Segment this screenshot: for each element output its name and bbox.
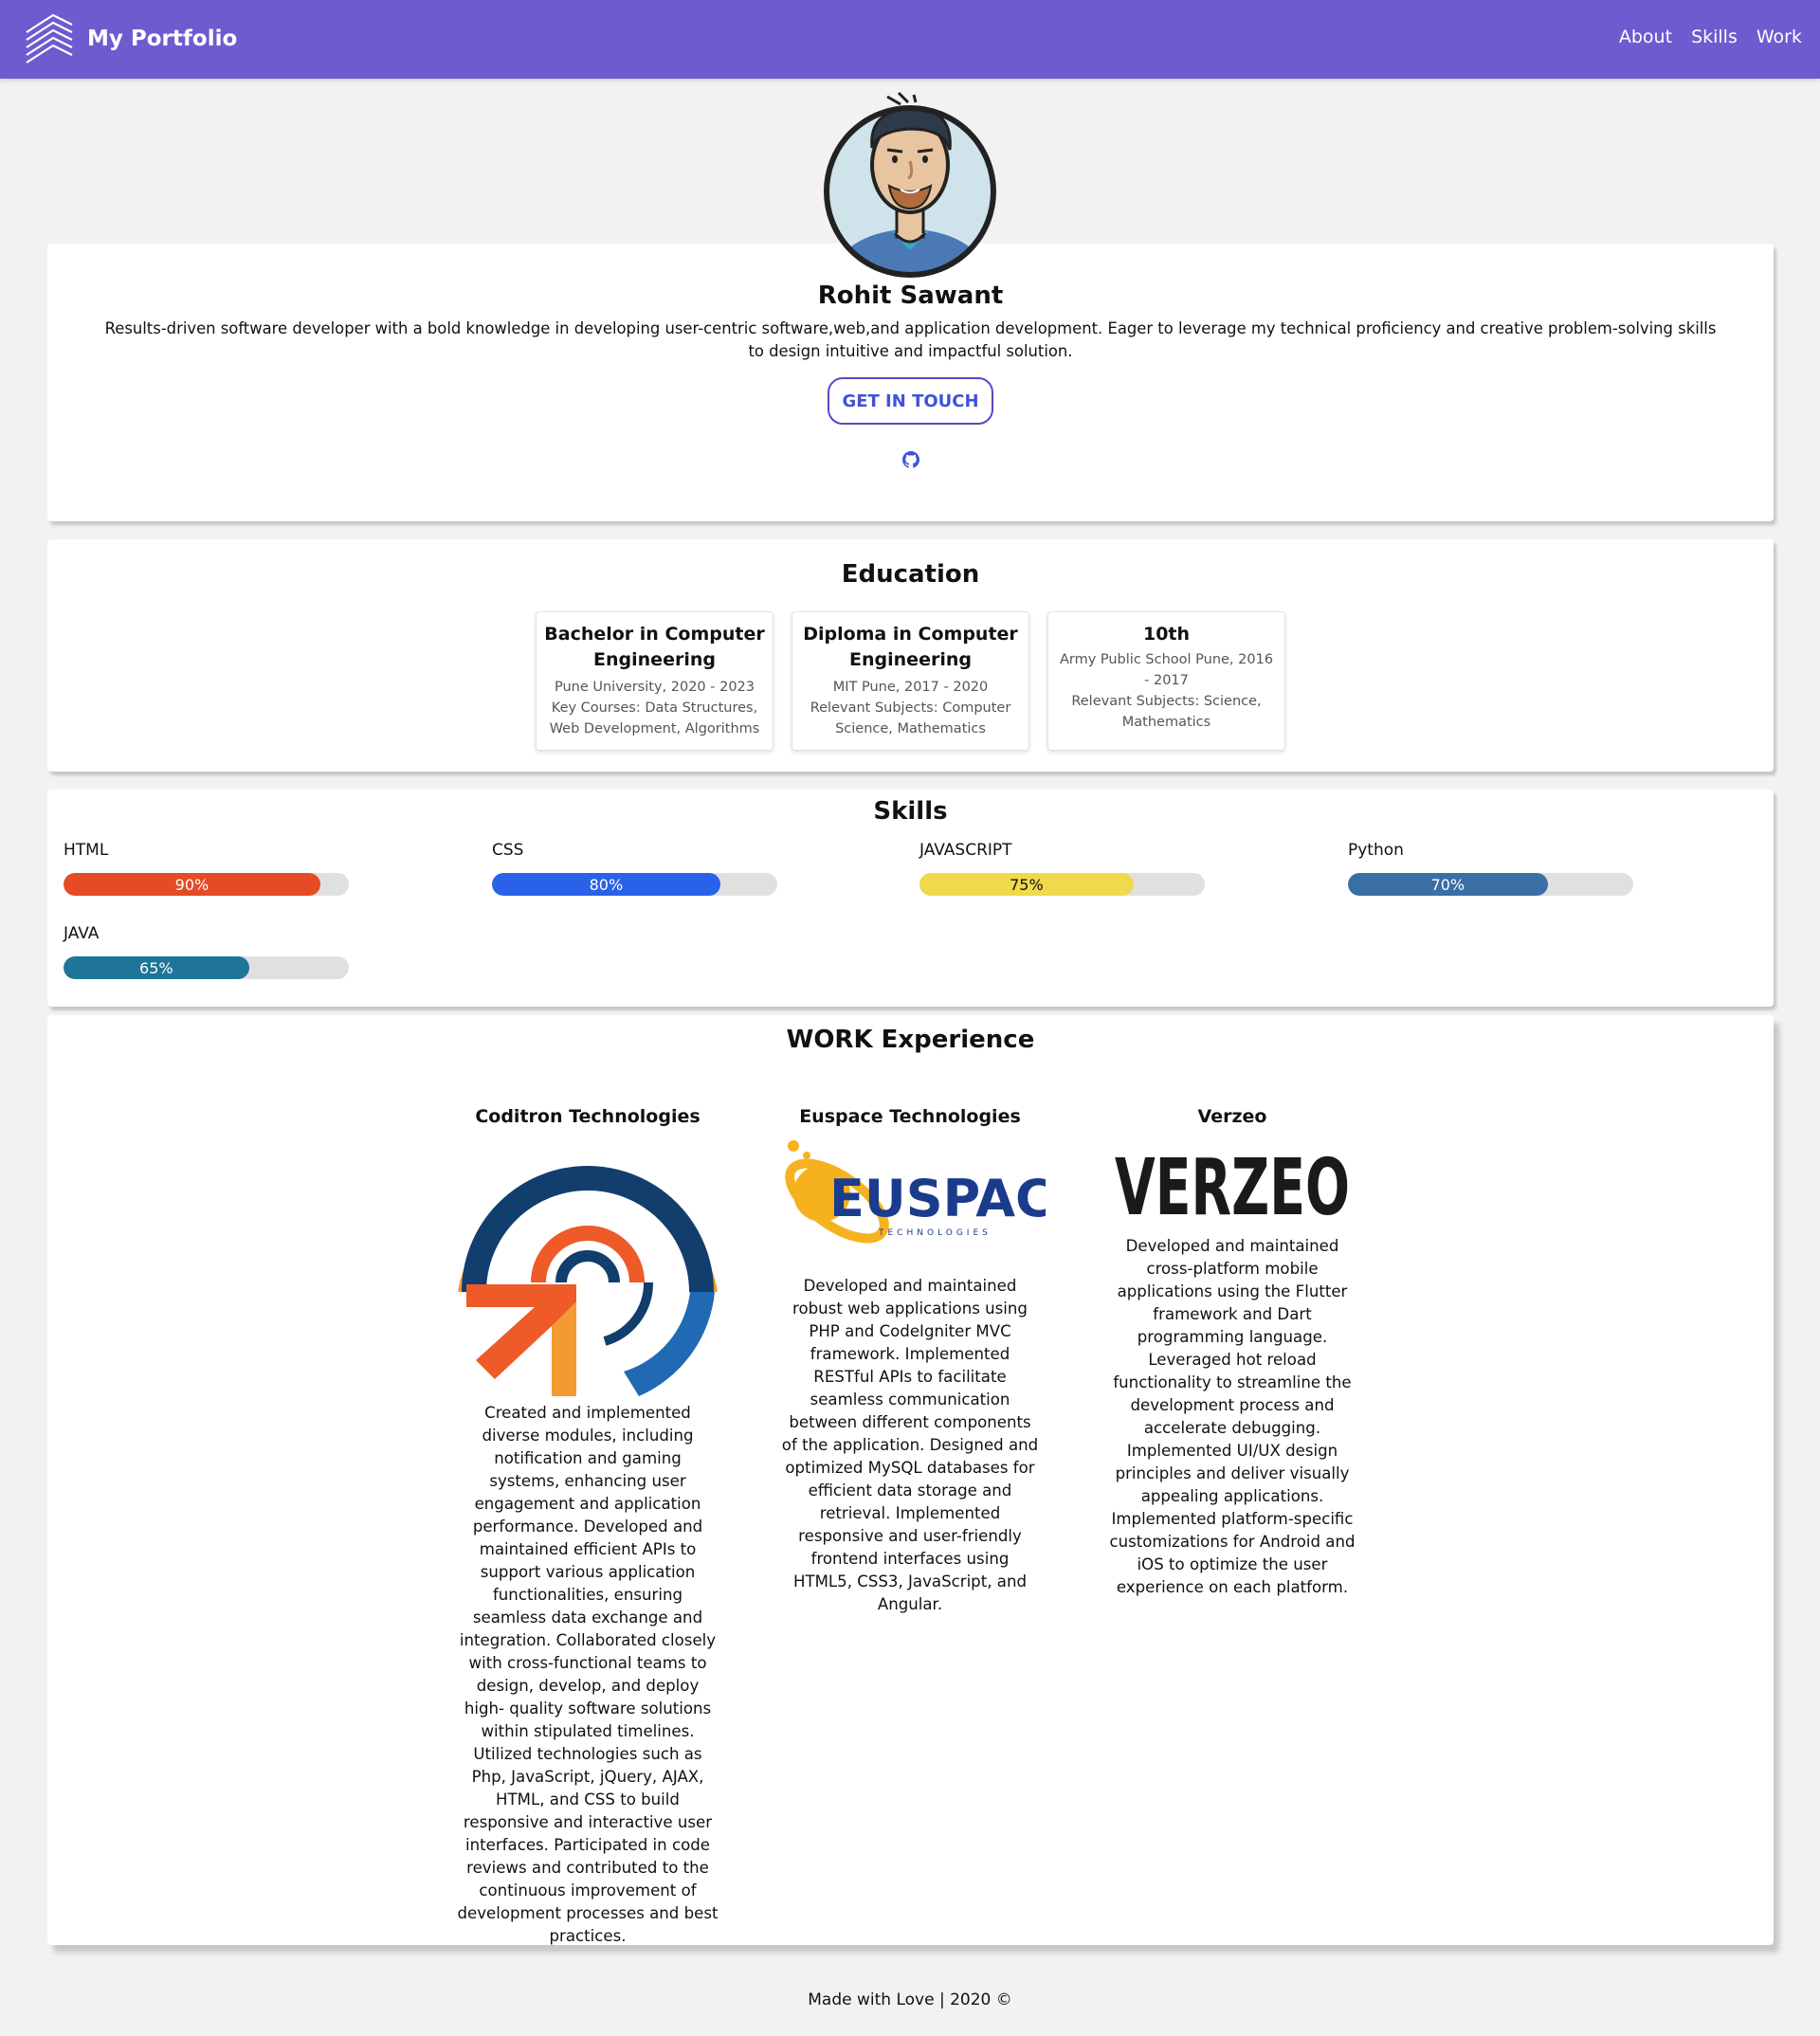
euspace-logo-subtext: TECHNOLOGIES <box>878 1228 992 1238</box>
skill-item: CSS 80% <box>492 841 777 896</box>
hero-card: Rohit Sawant Results-driven software dev… <box>47 244 1774 521</box>
job-company: Euspace Technologies <box>799 1106 1021 1127</box>
coditron-logo-icon <box>458 1166 718 1396</box>
nav-links: About Skills Work <box>1600 27 1802 47</box>
skill-progress-fill: 65% <box>64 956 249 979</box>
skill-name: JAVA <box>64 924 100 943</box>
skill-item: JAVASCRIPT 75% <box>919 841 1205 896</box>
education-card: Education Bachelor in Computer Engineeri… <box>47 539 1774 772</box>
skill-name: Python <box>1348 841 1404 860</box>
education-subjects: Relevant Subjects: Computer Science, Mat… <box>810 700 1011 736</box>
skill-progress-fill: 90% <box>64 873 320 896</box>
skill-item: Python 70% <box>1348 841 1633 896</box>
job-description: Developed and maintained robust web appl… <box>781 1277 1039 1613</box>
nav-link-skills[interactable]: Skills <box>1691 27 1738 47</box>
get-in-touch-button[interactable]: GET IN TOUCH <box>828 377 993 425</box>
brand-logo-icon <box>26 13 73 64</box>
skill-progress-track: 80% <box>492 873 777 896</box>
education-item: Diploma in Computer Engineering MIT Pune… <box>792 611 1029 751</box>
education-item: Bachelor in Computer Engineering Pune Un… <box>536 611 774 751</box>
verzeo-logo-text: VERZEO <box>1115 1143 1350 1233</box>
education-degree: 10th <box>1142 624 1191 645</box>
job-description: Created and implemented diverse modules,… <box>457 1404 719 1945</box>
job-item: Euspace Technologies EUSPACE TECHNOLOGIE… <box>779 1106 1046 1616</box>
footer: Made with Love | 2020 © <box>808 1991 1012 2009</box>
education-institution: Army Public School Pune, 2016 - 2017 <box>1059 652 1274 688</box>
skill-name: JAVASCRIPT <box>919 841 1012 860</box>
github-icon[interactable] <box>902 451 919 468</box>
skills-title: Skills <box>873 797 948 826</box>
skill-progress-track: 65% <box>64 956 349 979</box>
skill-item: HTML 90% <box>64 841 349 896</box>
skill-progress-fill: 75% <box>919 873 1134 896</box>
skill-progress-track: 70% <box>1348 873 1633 896</box>
euspace-logo-icon: EUSPACE TECHNOLOGIES <box>785 1140 1046 1244</box>
education-degree: Bachelor in Computer Engineering <box>544 624 765 670</box>
education-subjects: Key Courses: Data Structures, Web Develo… <box>549 700 760 736</box>
skill-progress-fill: 80% <box>492 873 720 896</box>
brand-title: My Portfolio <box>87 27 238 51</box>
nav-link-work[interactable]: Work <box>1756 27 1802 47</box>
job-company: Verzeo <box>1197 1106 1267 1127</box>
skill-name: CSS <box>492 841 524 860</box>
education-title: Education <box>841 560 980 589</box>
skill-progress-track: 90% <box>64 873 349 896</box>
navbar: My Portfolio About Skills Work <box>0 0 1820 79</box>
education-subjects: Relevant Subjects: Science, Mathematics <box>1071 694 1262 730</box>
skill-item: JAVA 65% <box>64 924 349 979</box>
euspace-logo-text: EUSPACE <box>829 1169 1046 1228</box>
skill-name: HTML <box>64 841 109 860</box>
avatar <box>824 91 996 278</box>
skill-progress-track: 75% <box>919 873 1205 896</box>
work-card: WORK Experience Coditron Technologies Cr… <box>47 1015 1774 1945</box>
job-item: Coditron Technologies Created and implem… <box>457 1106 719 1948</box>
education-degree: Diploma in Computer Engineering <box>803 624 1018 670</box>
brand[interactable]: My Portfolio <box>25 11 237 66</box>
hero-bio: Results-driven software developer with a… <box>104 319 1717 360</box>
verzeo-logo-icon: VERZEO <box>1115 1143 1350 1233</box>
education-institution: Pune University, 2020 - 2023 <box>554 680 755 695</box>
education-list: Bachelor in Computer Engineering Pune Un… <box>536 611 1303 751</box>
job-description: Developed and maintained cross-platform … <box>1109 1237 1356 1596</box>
nav-link-about[interactable]: About <box>1619 27 1672 47</box>
work-title: WORK Experience <box>786 1026 1035 1054</box>
job-company: Coditron Technologies <box>475 1106 701 1127</box>
hero-name: Rohit Sawant <box>817 282 1004 310</box>
skills-card: Skills HTML 90% CSS 80% JAVASCRIPT 75% P… <box>47 790 1774 1007</box>
job-item: Verzeo VERZEO Developed and maintained c… <box>1101 1106 1363 1599</box>
education-item: 10th Army Public School Pune, 2016 - 201… <box>1047 611 1285 751</box>
education-institution: MIT Pune, 2017 - 2020 <box>832 680 989 695</box>
skill-progress-fill: 70% <box>1348 873 1548 896</box>
